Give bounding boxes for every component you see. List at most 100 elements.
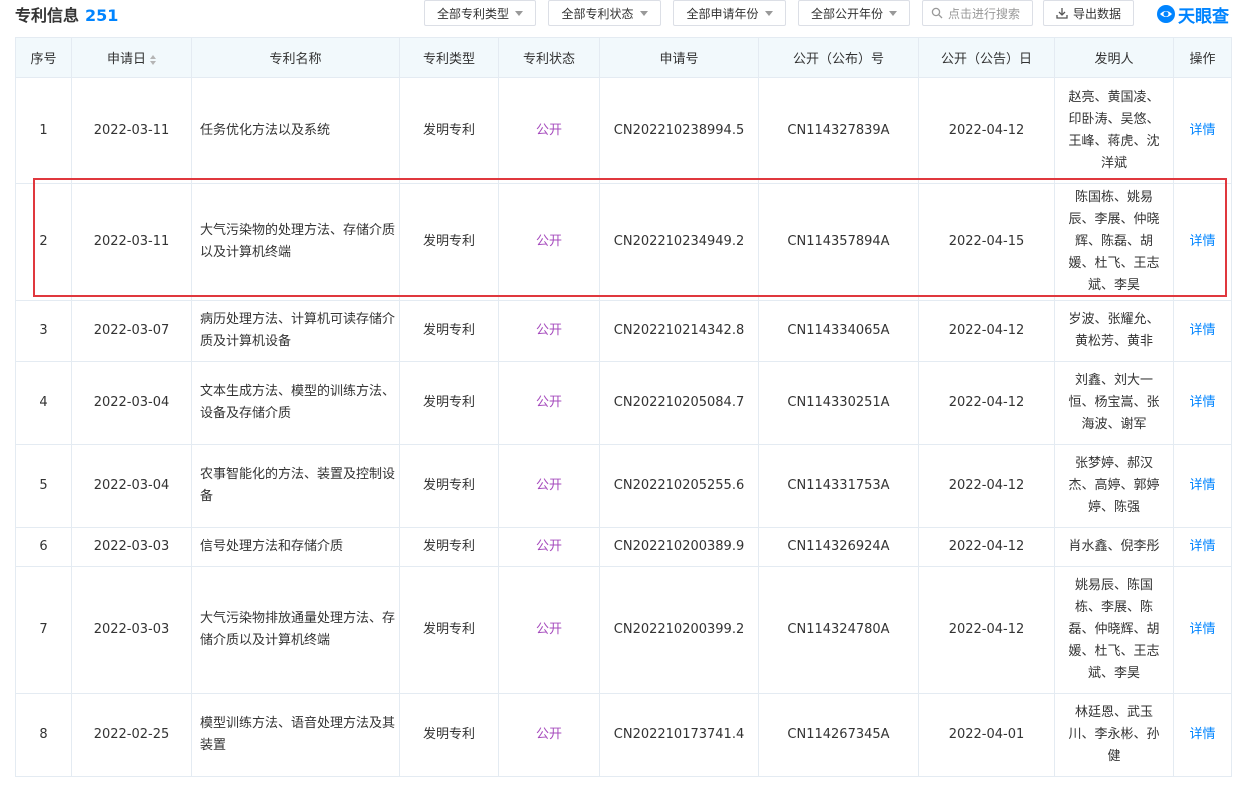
tianyancha-logo: 天眼查 xyxy=(1156,1,1229,27)
table-row: 3 2022-03-07 病历处理方法、计算机可读存储介质及计算机设备 发明专利 公开 C… xyxy=(15,300,1232,362)
inventor-line: 辉、陈磊、胡 xyxy=(1074,234,1153,249)
cell-apply-date: 2022-03-03 xyxy=(71,527,192,567)
cell-inventors: 肖水鑫、倪李彤 xyxy=(1054,527,1174,567)
cell-publication-number: CN114267345A xyxy=(758,693,919,777)
detail-link[interactable]: 详情 xyxy=(1173,444,1232,528)
inventor-line: 磊、仲晓辉、胡 xyxy=(1068,622,1160,637)
cell-publication-number: CN114324780A xyxy=(758,566,919,694)
col-header-apply-date[interactable]: 申请日 xyxy=(71,37,192,78)
table-row: 5 2022-03-04 农事智能化的方法、装置及控制设备 发明专利 公开 CN20221… xyxy=(15,444,1232,528)
cell-seq: 8 xyxy=(15,693,72,777)
filter-publish-year[interactable]: 全部公开年份 xyxy=(798,0,910,26)
filter-patent-status-label: 全部专利状态 xyxy=(561,6,634,21)
search-input[interactable]: 点击进行搜索 xyxy=(922,0,1033,26)
cell-apply-date: 2022-02-25 xyxy=(71,693,192,777)
cell-seq: 1 xyxy=(15,77,72,184)
cell-inventors: 姚易辰、陈国 栋、李展、陈 磊、仲晓辉、胡 媛、杜飞、王志 斌、李昊 xyxy=(1054,566,1174,694)
cell-publication-number: CN114334065A xyxy=(758,300,919,362)
cell-application-number: CN202210200389.9 xyxy=(599,527,759,567)
detail-link[interactable]: 详情 xyxy=(1173,693,1232,777)
cell-application-number: CN202210200399.2 xyxy=(599,566,759,694)
cell-seq: 4 xyxy=(15,361,72,445)
inventor-line: 斌、李昊 xyxy=(1087,278,1140,293)
cell-publication-date: 2022-04-12 xyxy=(918,527,1055,567)
cell-patent-name: 文本生成方法、模型的训练方法、设备及存储介质 xyxy=(191,361,400,445)
chevron-down-icon xyxy=(764,10,773,16)
toolbar: 专利信息 251 全部专利类型 全部专利状态 全部申请年份 全部公开年份 点击进行… xyxy=(0,0,1237,30)
sort-icon[interactable] xyxy=(150,54,156,65)
cell-application-number: CN202210173741.4 xyxy=(599,693,759,777)
page-title-label: 专利信息 xyxy=(15,6,80,25)
cell-patent-type: 发明专利 xyxy=(399,693,499,777)
cell-patent-status: 公开 xyxy=(498,300,600,362)
cell-publication-number: CN114330251A xyxy=(758,361,919,445)
cell-publication-date: 2022-04-12 xyxy=(918,444,1055,528)
inventor-line: 肖水鑫、倪李彤 xyxy=(1068,539,1160,554)
filter-patent-type[interactable]: 全部专利类型 xyxy=(424,0,536,26)
page-title: 专利信息 251 xyxy=(15,2,118,26)
inventor-line: 婷、陈强 xyxy=(1087,500,1140,515)
detail-link[interactable]: 详情 xyxy=(1173,527,1232,567)
cell-publication-number: CN114327839A xyxy=(758,77,919,184)
cell-publication-date: 2022-04-12 xyxy=(918,566,1055,694)
chevron-down-icon xyxy=(515,10,523,16)
cell-patent-status: 公开 xyxy=(498,444,600,528)
col-header-seq: 序号 xyxy=(15,37,72,78)
cell-patent-name: 农事智能化的方法、装置及控制设备 xyxy=(191,444,400,528)
col-header-publication-date: 公开（公告）日 xyxy=(918,37,1055,78)
cell-apply-date: 2022-03-04 xyxy=(71,444,192,528)
inventor-line: 张梦婷、郝汉 xyxy=(1074,456,1153,471)
cell-apply-date: 2022-03-11 xyxy=(71,183,192,301)
cell-inventors: 岁波、张耀允、 黄松芳、黄非 xyxy=(1054,300,1174,362)
cell-apply-date: 2022-03-07 xyxy=(71,300,192,362)
inventor-line: 媛、杜飞、王志 xyxy=(1068,644,1160,659)
inventor-line: 辰、李展、仲晓 xyxy=(1068,212,1160,227)
cell-patent-name: 病历处理方法、计算机可读存储介质及计算机设备 xyxy=(191,300,400,362)
col-header-patent-status: 专利状态 xyxy=(498,37,600,78)
cell-publication-date: 2022-04-12 xyxy=(918,300,1055,362)
cell-patent-status: 公开 xyxy=(498,527,600,567)
detail-link[interactable]: 详情 xyxy=(1173,183,1232,301)
detail-link[interactable]: 详情 xyxy=(1173,566,1232,694)
table-row: 4 2022-03-04 文本生成方法、模型的训练方法、设备及存储介质 发明专利 公开 C… xyxy=(15,361,1232,445)
inventor-line: 岁波、张耀允、 xyxy=(1068,312,1160,327)
cell-application-number: CN202210214342.8 xyxy=(599,300,759,362)
cell-seq: 5 xyxy=(15,444,72,528)
filter-apply-year-label: 全部申请年份 xyxy=(686,6,759,21)
inventor-line: 印卧涛、吴悠、 xyxy=(1068,111,1160,127)
col-header-patent-type: 专利类型 xyxy=(399,37,499,78)
filter-patent-status[interactable]: 全部专利状态 xyxy=(548,0,661,26)
cell-inventors: 陈国栋、姚易 辰、李展、仲晓 辉、陈磊、胡 媛、杜飞、王志 斌、李昊 xyxy=(1054,183,1174,301)
filter-apply-year[interactable]: 全部申请年份 xyxy=(673,0,786,26)
cell-patent-type: 发明专利 xyxy=(399,566,499,694)
detail-link[interactable]: 详情 xyxy=(1173,77,1232,184)
cell-seq: 3 xyxy=(15,300,72,362)
inventor-line: 健 xyxy=(1107,749,1121,764)
cell-patent-name: 大气污染物排放通量处理方法、存储介质以及计算机终端 xyxy=(191,566,400,694)
cell-inventors: 赵亮、黄国凌、 印卧涛、吴悠、 王峰、蒋虎、沈 洋斌 xyxy=(1054,77,1174,184)
cell-patent-status: 公开 xyxy=(498,183,600,301)
col-header-inventors: 发明人 xyxy=(1054,37,1174,78)
cell-apply-date: 2022-03-04 xyxy=(71,361,192,445)
export-button[interactable]: 导出数据 xyxy=(1043,0,1134,26)
cell-publication-date: 2022-04-15 xyxy=(918,183,1055,301)
inventor-line: 海波、谢军 xyxy=(1081,417,1147,432)
detail-link[interactable]: 详情 xyxy=(1173,300,1232,362)
cell-publication-date: 2022-04-12 xyxy=(918,77,1055,184)
export-label: 导出数据 xyxy=(1072,6,1121,21)
filter-patent-type-label: 全部专利类型 xyxy=(436,6,509,21)
inventor-line: 洋斌 xyxy=(1100,155,1127,171)
cell-publication-number: CN114326924A xyxy=(758,527,919,567)
inventor-line: 黄松芳、黄非 xyxy=(1074,334,1153,349)
table-row: 7 2022-03-03 大气污染物排放通量处理方法、存储介质以及计算机终端 发明专利… xyxy=(15,566,1232,694)
filter-publish-year-label: 全部公开年份 xyxy=(810,6,883,21)
cell-patent-status: 公开 xyxy=(498,566,600,694)
cell-publication-number: CN114357894A xyxy=(758,183,919,301)
inventor-line: 刘鑫、刘大一 xyxy=(1074,373,1153,388)
inventor-line: 斌、李昊 xyxy=(1087,666,1140,681)
logo-text: 天眼查 xyxy=(1178,6,1229,27)
detail-link[interactable]: 详情 xyxy=(1173,361,1232,445)
cell-apply-date: 2022-03-03 xyxy=(71,566,192,694)
table-row: 1 2022-03-11 任务优化方法以及系统 发明专利 公开 CN20221023899… xyxy=(15,77,1232,184)
table-header-row: 序号 申请日 专利名称 专利类型 专利状态 申请号 公开（公布）号 公开（公告）… xyxy=(15,37,1232,78)
